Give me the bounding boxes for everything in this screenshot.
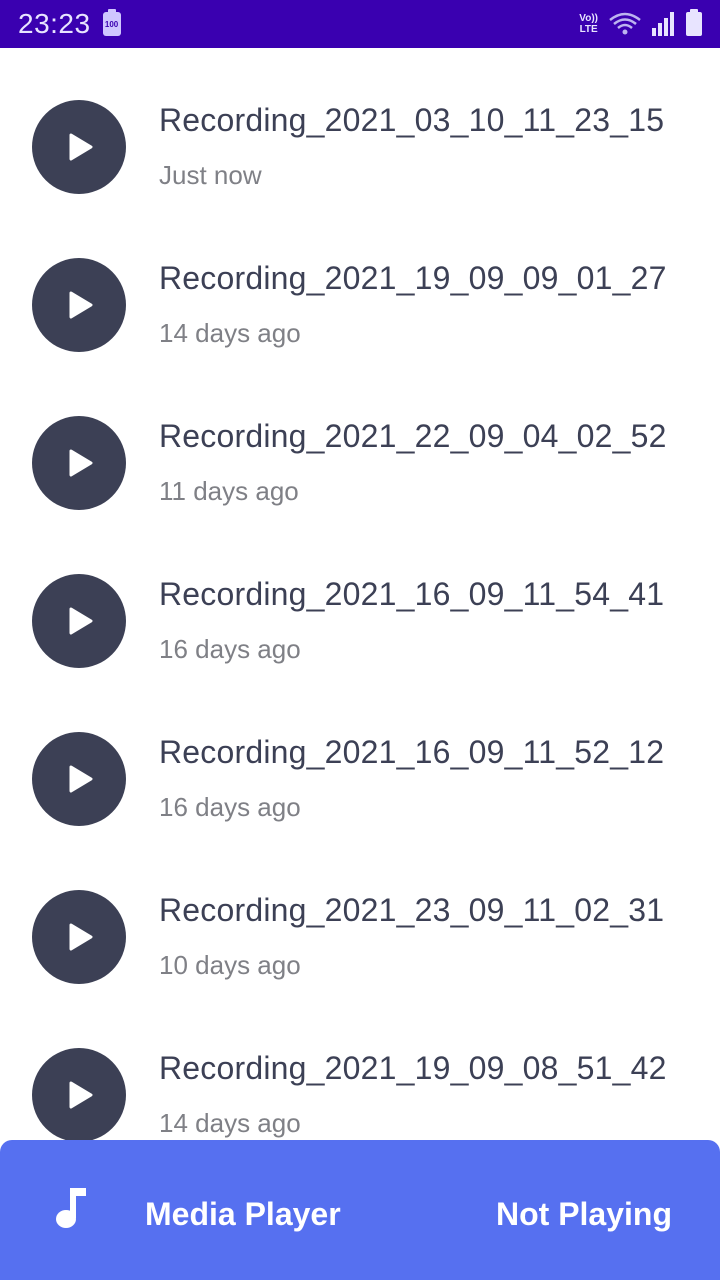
battery-icon <box>686 9 702 36</box>
recording-item[interactable]: Recording_2021_23_09_11_02_31 10 days ago <box>0 838 720 996</box>
volte-line1: Vo)) <box>579 13 598 24</box>
recording-item[interactable]: Recording_2021_19_09_09_01_27 14 days ago <box>0 206 720 364</box>
recording-item[interactable]: Recording_2021_03_10_11_23_15 Just now <box>0 48 720 206</box>
status-icons: Vo)) LTE <box>579 9 702 36</box>
play-icon <box>69 291 93 319</box>
recording-timestamp: 10 days ago <box>159 950 301 980</box>
recording-item[interactable]: Recording_2021_19_09_08_51_42 14 days ago <box>0 996 720 1154</box>
volte-line2: LTE <box>579 24 598 35</box>
play-button[interactable] <box>32 890 126 984</box>
play-icon <box>69 923 93 951</box>
status-bar: 23:23 100 Vo)) LTE <box>0 0 720 48</box>
recording-title: Recording_2021_19_09_08_51_42 <box>159 1050 667 1086</box>
music-note-icon <box>52 1186 88 1235</box>
recording-timestamp: 16 days ago <box>159 792 301 822</box>
play-button[interactable] <box>32 1048 126 1142</box>
recording-item[interactable]: Recording_2021_16_09_11_52_12 16 days ago <box>0 680 720 838</box>
recording-item[interactable]: Recording_2021_16_09_11_54_41 16 days ago <box>0 522 720 680</box>
play-button[interactable] <box>32 416 126 510</box>
play-icon <box>69 765 93 793</box>
recording-title: Recording_2021_22_09_04_02_52 <box>159 418 667 454</box>
play-icon <box>69 607 93 635</box>
play-icon <box>69 449 93 477</box>
signal-icon <box>652 12 676 36</box>
media-player-bar[interactable]: Media Player Not Playing <box>0 1140 720 1280</box>
play-button[interactable] <box>32 258 126 352</box>
recording-timestamp: 16 days ago <box>159 634 301 664</box>
play-icon <box>69 1081 93 1109</box>
screen: 23:23 100 Vo)) LTE Recording_2021_03_10_… <box>0 0 720 1280</box>
recording-item[interactable]: Recording_2021_22_09_04_02_52 11 days ago <box>0 364 720 522</box>
recording-timestamp: Just now <box>159 160 262 190</box>
recording-title: Recording_2021_16_09_11_54_41 <box>159 576 665 612</box>
battery-level-icon: 100 <box>102 9 121 36</box>
play-icon <box>69 133 93 161</box>
playback-status: Not Playing <box>495 1196 672 1232</box>
play-button[interactable] <box>32 100 126 194</box>
play-button[interactable] <box>32 732 126 826</box>
recording-title: Recording_2021_16_09_11_52_12 <box>159 734 665 770</box>
status-time: 23:23 <box>18 8 91 39</box>
recording-timestamp: 11 days ago <box>159 476 299 506</box>
wifi-icon <box>608 12 642 36</box>
recording-title: Recording_2021_19_09_09_01_27 <box>159 260 667 296</box>
volte-indicator: Vo)) LTE <box>579 13 598 35</box>
play-button[interactable] <box>32 574 126 668</box>
recording-title: Recording_2021_03_10_11_23_15 <box>159 102 665 138</box>
recording-timestamp: 14 days ago <box>159 318 301 348</box>
media-player-label: Media Player <box>145 1196 341 1232</box>
recording-title: Recording_2021_23_09_11_02_31 <box>159 892 665 928</box>
recording-timestamp: 14 days ago <box>159 1108 301 1138</box>
